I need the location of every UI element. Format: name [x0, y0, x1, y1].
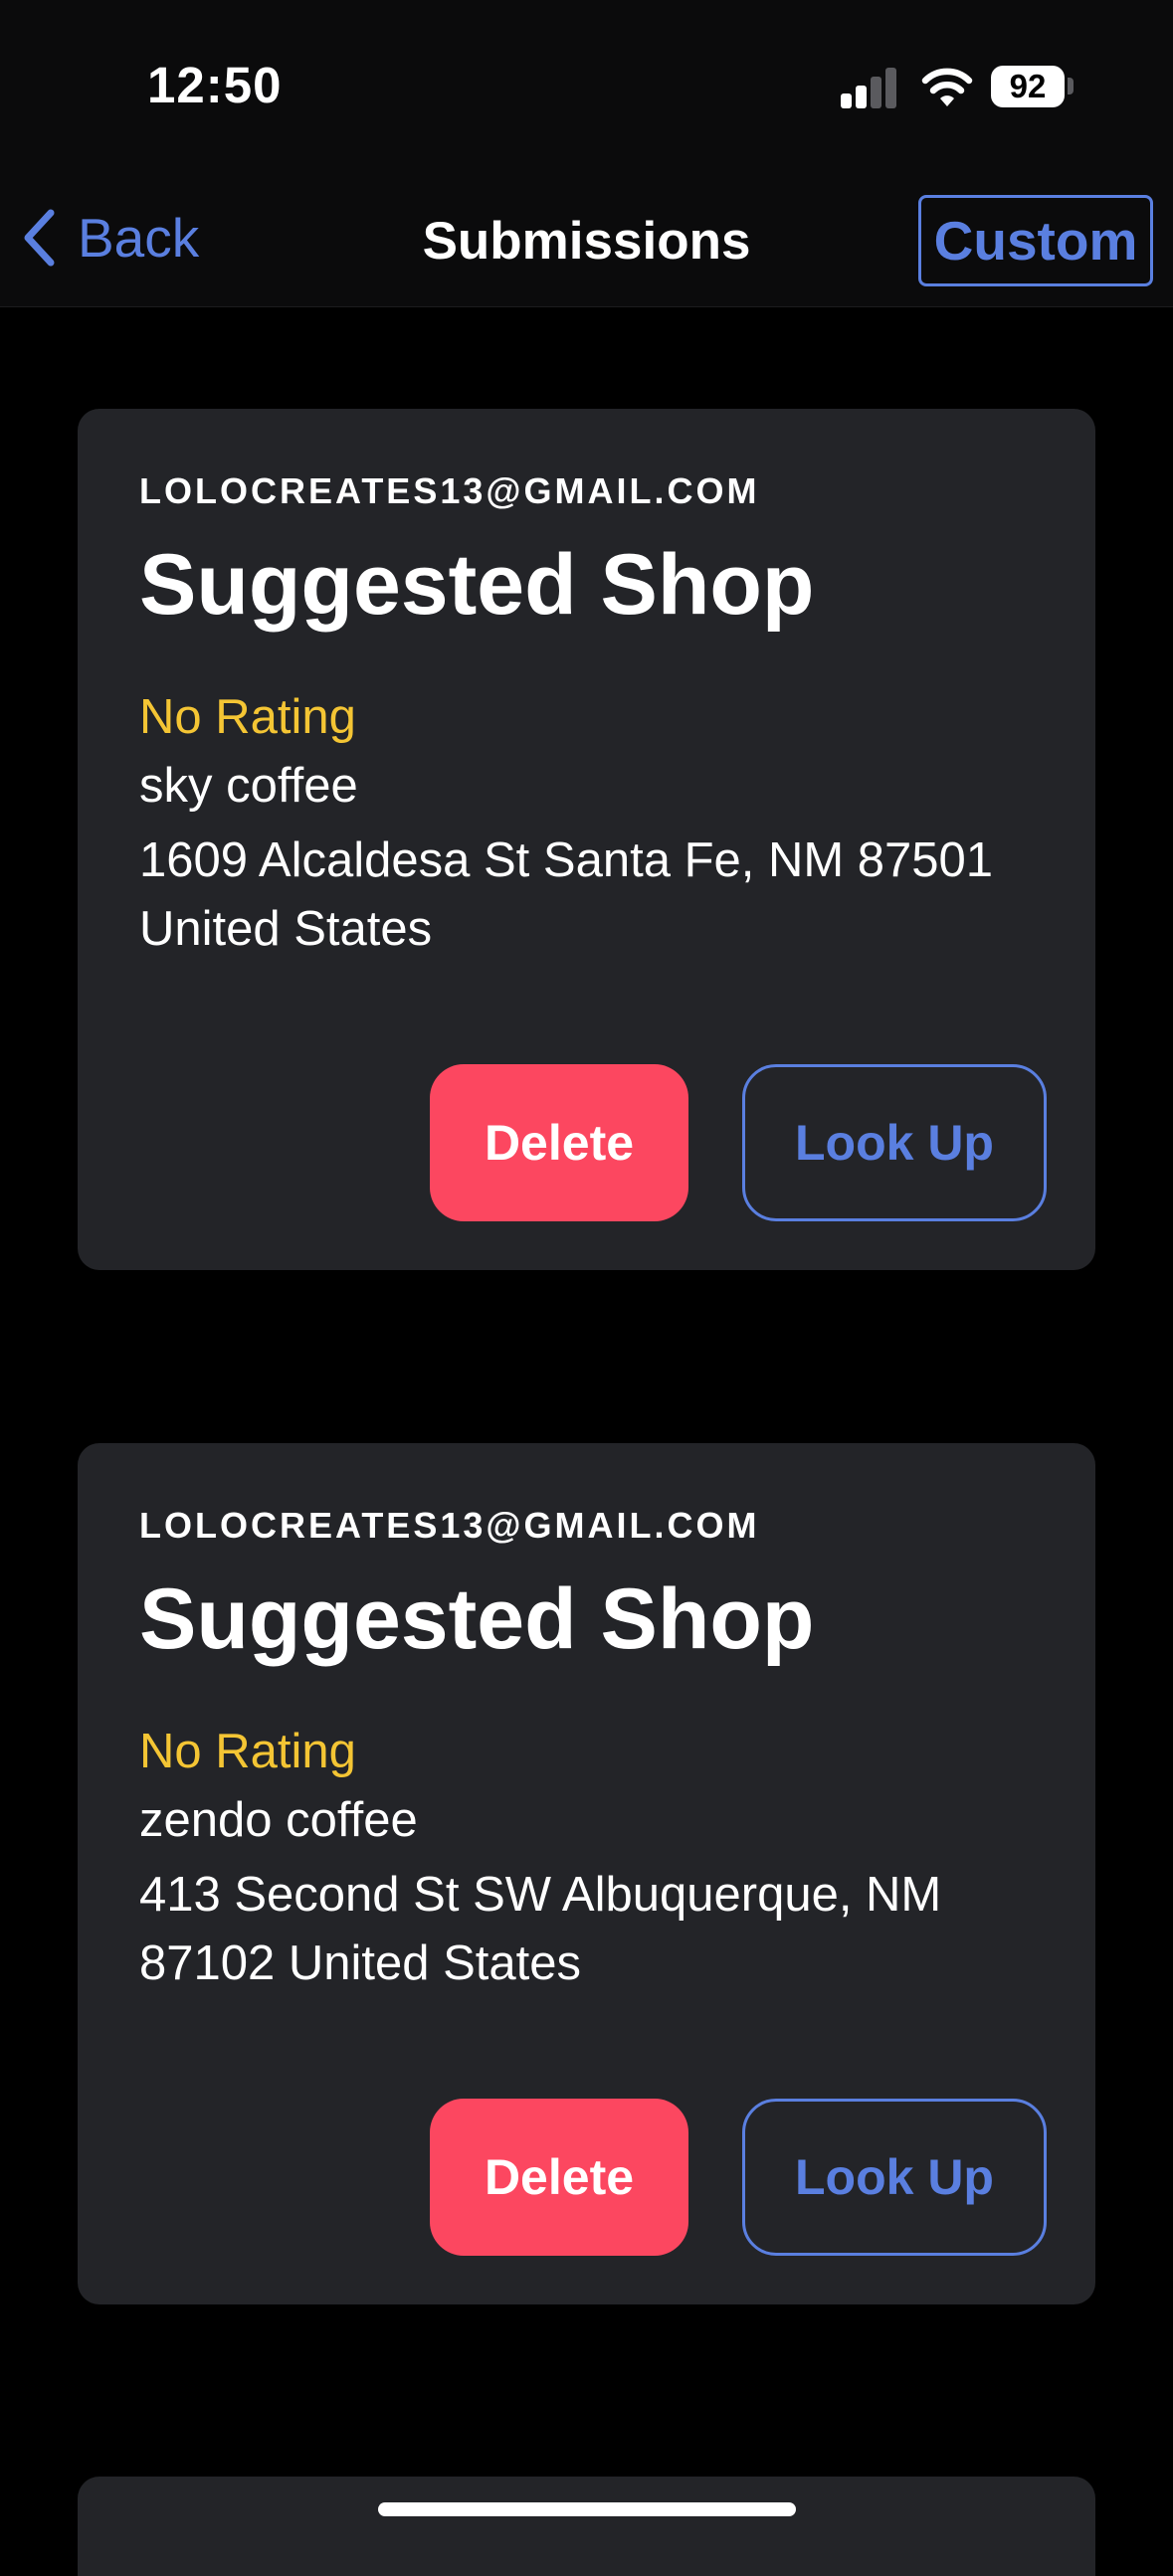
submission-card: LOLOCREATES13@GMAIL.COM Suggested Shop N… — [78, 1443, 1095, 2304]
shop-name: zendo coffee — [139, 1793, 418, 1847]
rating-label: No Rating — [139, 1725, 356, 1778]
shop-address: 413 Second St SW Albuquerque, NM 87102 U… — [139, 1868, 942, 1990]
custom-button[interactable]: Custom — [918, 195, 1153, 286]
card-title: Suggested Shop — [139, 537, 815, 633]
home-indicator[interactable] — [378, 2502, 796, 2516]
submitter-email: LOLOCREATES13@GMAIL.COM — [139, 470, 760, 511]
shop-address: 1609 Alcaldesa St Santa Fe, NM 87501 Uni… — [139, 833, 994, 956]
navigation-bar: Back Submissions Custom — [0, 169, 1173, 307]
rating-label: No Rating — [139, 690, 356, 744]
battery-level: 92 — [1009, 68, 1047, 104]
wifi-icon — [921, 68, 973, 106]
chevron-left-icon — [24, 209, 55, 267]
back-label: Back — [78, 207, 200, 269]
look-up-button[interactable]: Look Up — [742, 1064, 1047, 1221]
battery-tip — [1068, 78, 1074, 94]
status-bar: 12:50 92 — [0, 0, 1173, 169]
submission-card: LOLOCREATES13@GMAIL.COM Suggested Shop N… — [78, 409, 1095, 1270]
look-up-button[interactable]: Look Up — [742, 2099, 1047, 2256]
submission-card-partial — [78, 2477, 1095, 2576]
shop-name: sky coffee — [139, 759, 358, 813]
delete-button[interactable]: Delete — [430, 2099, 688, 2256]
delete-button[interactable]: Delete — [430, 1064, 688, 1221]
submitter-email: LOLOCREATES13@GMAIL.COM — [139, 1505, 760, 1546]
status-time: 12:50 — [147, 57, 283, 113]
card-title: Suggested Shop — [139, 1571, 815, 1667]
battery-icon: 92 — [991, 66, 1065, 107]
cellular-signal-icon — [841, 67, 898, 108]
back-button[interactable]: Back — [22, 205, 199, 271]
